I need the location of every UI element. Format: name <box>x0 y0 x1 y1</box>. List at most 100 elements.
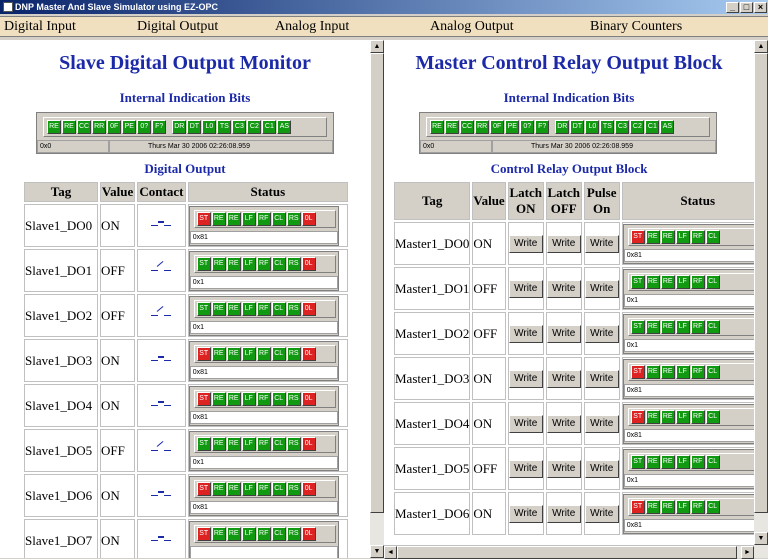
scroll-thumb[interactable] <box>370 53 384 513</box>
latch-on-write-button[interactable]: Write <box>508 235 543 253</box>
status-bit: ST <box>630 364 645 379</box>
table-row: Master1_DO2 OFF Write Write Write ST RE RE LF RF C… <box>394 312 754 355</box>
status-indicator: ST RE RE LF RF CL RS 0L 0x1 <box>188 430 339 471</box>
status-bits: ST RE RE LF RF CL <box>627 272 754 291</box>
row-status: ST RE RE LF RF CL RS 0L 0x81 <box>187 339 348 382</box>
pulse-on-write-button[interactable]: Write <box>584 415 619 433</box>
iib-bits: RE RE CC RR 0F PE 0? F? DR DT L0 TS C3 C… <box>426 117 710 137</box>
maximize-button[interactable]: □ <box>740 1 753 13</box>
status-bit: 0L <box>301 391 316 406</box>
table-row: Slave1_DO0 ON ST RE RE LF RF CL RS 0L 0x81 <box>24 204 348 247</box>
hscroll-thumb[interactable] <box>397 546 737 559</box>
status-indicator: ST RE RE LF RF CL RS 0L <box>188 520 339 558</box>
latch-on-write-button[interactable]: Write <box>508 415 543 433</box>
menu-analog-output[interactable]: Analog Output <box>430 19 514 35</box>
slave-scrollbar[interactable]: ▲ ▼ <box>370 40 384 558</box>
row-tag: Master1_DO1 <box>394 267 471 310</box>
latch-off-write-button[interactable]: Write <box>546 280 581 298</box>
status-bit: RE <box>211 211 226 226</box>
scroll-up-icon[interactable]: ▲ <box>754 40 768 53</box>
col-pulse-on: Pulse On <box>583 182 620 220</box>
minimize-button[interactable]: _ <box>726 1 739 13</box>
status-bit: RF <box>690 319 705 334</box>
status-bit: RS <box>286 526 301 541</box>
row-pulse-on: Write <box>583 357 620 400</box>
status-value: 0x1 <box>189 455 338 469</box>
scroll-right-icon[interactable]: ► <box>741 546 754 559</box>
menu-binary-counters[interactable]: Binary Counters <box>590 19 682 35</box>
latch-off-write-button[interactable]: Write <box>546 325 581 343</box>
pulse-on-write-button[interactable]: Write <box>584 325 619 343</box>
row-latch-off: Write <box>545 492 582 535</box>
status-bit: RF <box>256 256 271 271</box>
latch-on-write-button[interactable]: Write <box>508 370 543 388</box>
status-bits: ST RE RE LF RF CL RS 0L <box>193 254 336 273</box>
status-bit: LF <box>241 256 256 271</box>
row-tag: Slave1_DO0 <box>24 204 98 247</box>
close-button[interactable]: × <box>754 1 767 13</box>
pulse-on-write-button[interactable]: Write <box>584 280 619 298</box>
row-status: ST RE RE LF RF CL 0x1 <box>621 267 754 310</box>
row-latch-off: Write <box>545 222 582 265</box>
latch-off-write-button[interactable]: Write <box>546 235 581 253</box>
status-value: 0x81 <box>623 518 754 532</box>
status-indicator: ST RE RE LF RF CL 0x1 <box>622 448 754 489</box>
latch-off-write-button[interactable]: Write <box>546 505 581 523</box>
col-latch-off: Latch OFF <box>545 182 582 220</box>
pulse-on-write-button[interactable]: Write <box>584 460 619 478</box>
pulse-on-write-button[interactable]: Write <box>584 235 619 253</box>
slave-iib-heading: Internal Indication Bits <box>119 90 251 105</box>
scroll-thumb[interactable] <box>754 53 768 513</box>
status-bit: RE <box>226 301 241 316</box>
scroll-left-icon[interactable]: ◄ <box>384 546 397 559</box>
latch-off-write-button[interactable]: Write <box>546 415 581 433</box>
row-value: ON <box>100 474 136 517</box>
scroll-up-icon[interactable]: ▲ <box>370 40 384 53</box>
status-bit: ST <box>196 526 211 541</box>
status-indicator: ST RE RE LF RF CL 0x1 <box>622 313 754 354</box>
iib-bit: PE <box>505 120 520 134</box>
status-bit: RE <box>226 211 241 226</box>
status-bit: 0L <box>301 481 316 496</box>
menu-analog-input[interactable]: Analog Input <box>275 19 349 35</box>
pulse-on-write-button[interactable]: Write <box>584 370 619 388</box>
latch-on-write-button[interactable]: Write <box>508 460 543 478</box>
latch-on-write-button[interactable]: Write <box>508 505 543 523</box>
row-value: ON <box>472 492 506 535</box>
master-hscrollbar[interactable]: ◄ ► <box>384 545 754 559</box>
status-bits: ST RE RE LF RF CL RS 0L <box>193 524 336 543</box>
latch-on-write-button[interactable]: Write <box>508 325 543 343</box>
row-latch-on: Write <box>507 402 544 445</box>
col-tag: Tag <box>394 182 471 220</box>
menu-digital-input[interactable]: Digital Input <box>4 19 76 35</box>
row-status: ST RE RE LF RF CL RS 0L 0x81 <box>187 384 348 427</box>
master-scrollbar[interactable]: ▲ ▼ <box>754 40 768 558</box>
pulse-on-write-button[interactable]: Write <box>584 505 619 523</box>
latch-off-write-button[interactable]: Write <box>546 370 581 388</box>
row-value: ON <box>100 519 136 558</box>
status-bit: RF <box>256 481 271 496</box>
col-latch-on: Latch ON <box>507 182 544 220</box>
table-row: Slave1_DO2 OFF ST RE RE LF RF CL RS 0L 0x1 <box>24 294 348 337</box>
row-tag: Master1_DO5 <box>394 447 471 490</box>
latch-off-write-button[interactable]: Write <box>546 460 581 478</box>
row-pulse-on: Write <box>583 402 620 445</box>
menu-digital-output[interactable]: Digital Output <box>137 19 218 35</box>
table-row: Slave1_DO1 OFF ST RE RE LF RF CL RS 0L 0x1 <box>24 249 348 292</box>
iib-bit: C3 <box>615 120 630 134</box>
status-value: 0x81 <box>623 248 754 262</box>
status-bit: RS <box>286 481 301 496</box>
row-value: ON <box>100 384 136 427</box>
latch-on-write-button[interactable]: Write <box>508 280 543 298</box>
status-bits: ST RE RE LF RF CL RS 0L <box>193 389 336 408</box>
col-value: Value <box>472 182 506 220</box>
scroll-down-icon[interactable]: ▼ <box>370 545 384 558</box>
scroll-down-icon[interactable]: ▼ <box>754 532 768 545</box>
contact-open-icon <box>151 305 172 320</box>
status-bit: RS <box>286 256 301 271</box>
status-bits: ST RE RE LF RF CL <box>627 452 754 471</box>
iib-bit: DT <box>187 120 202 134</box>
status-bits: ST RE RE LF RF CL RS 0L <box>193 209 336 228</box>
iib-bit: DT <box>570 120 585 134</box>
contact-closed-icon <box>151 488 172 500</box>
